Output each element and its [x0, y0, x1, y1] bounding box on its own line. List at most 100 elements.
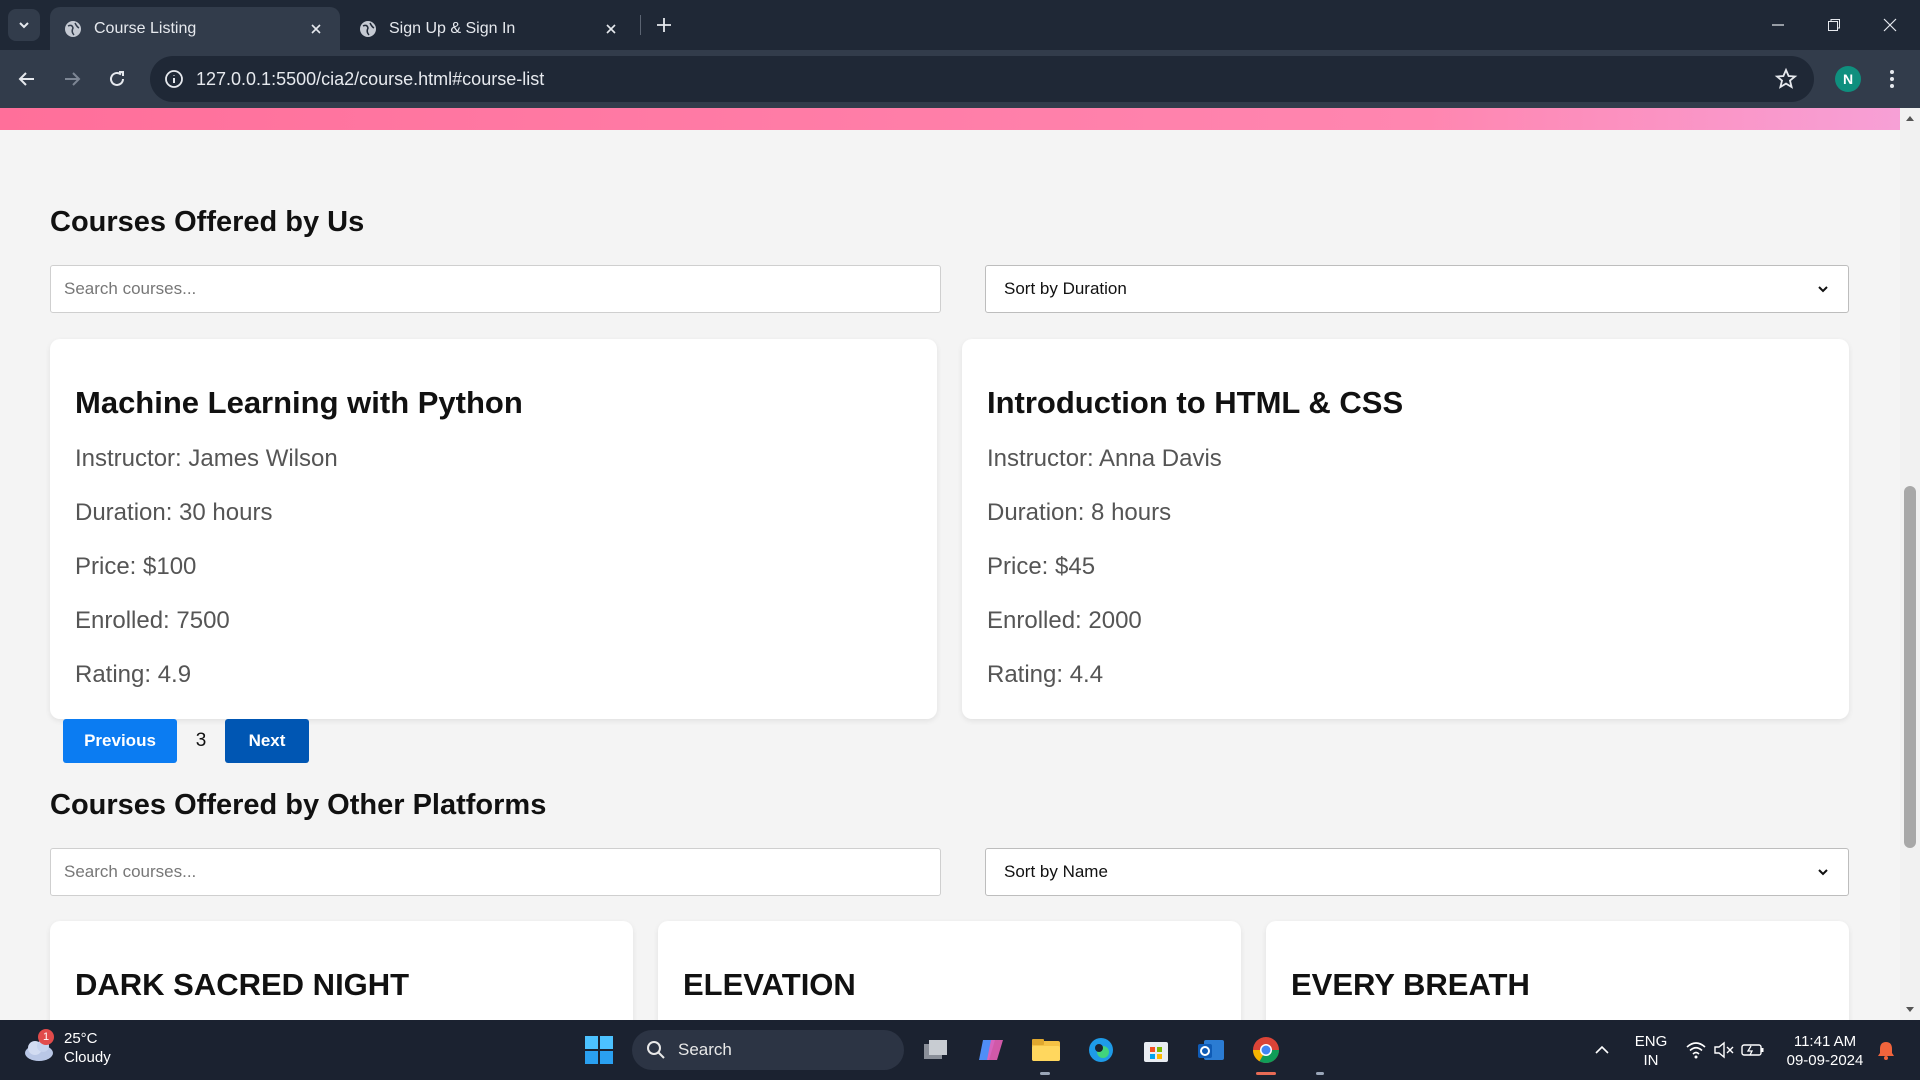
- browser-tab-bar: Course Listing Sign Up & Sign In: [0, 0, 1920, 50]
- tab-search-button[interactable]: [8, 9, 40, 41]
- arrow-right-icon: [65, 72, 81, 86]
- windows-taskbar: 1 25°C Cloudy Search ENG IN 11:41 AM 09-…: [0, 1020, 1920, 1080]
- app-running-indicator: [1316, 1072, 1324, 1075]
- weather-description: Cloudy: [64, 1049, 111, 1066]
- task-view-icon[interactable]: [918, 1032, 954, 1068]
- clock-date: 09-09-2024: [1786, 1052, 1864, 1069]
- copilot-icon[interactable]: [973, 1032, 1009, 1068]
- forward-button[interactable]: [55, 62, 89, 96]
- weather-temperature: 25°C: [64, 1030, 98, 1047]
- microsoft-store-icon[interactable]: [1138, 1032, 1174, 1068]
- sort-selected-value: Sort by Name: [1004, 862, 1108, 881]
- language-indicator[interactable]: ENG IN: [1630, 1032, 1672, 1070]
- scroll-down-arrow-icon[interactable]: [1900, 1002, 1920, 1018]
- search-input-other-courses[interactable]: [50, 848, 941, 896]
- current-page-number: 3: [195, 730, 207, 751]
- reload-button[interactable]: [100, 62, 134, 96]
- outlook-icon[interactable]: [1193, 1032, 1229, 1068]
- globe-icon: [65, 20, 81, 37]
- scrollbar-thumb[interactable]: [1904, 486, 1916, 848]
- system-tray-quick-settings[interactable]: [1680, 1032, 1770, 1068]
- section-title-other-platforms: Courses Offered by Other Platforms: [50, 789, 547, 821]
- tab-title: Sign Up & Sign In: [389, 19, 516, 37]
- search-label: Search: [678, 1040, 732, 1059]
- course-title: Machine Learning with Python: [75, 385, 523, 420]
- menu-button[interactable]: [1880, 64, 1904, 94]
- course-title: ELEVATION: [683, 967, 856, 1002]
- start-button[interactable]: [581, 1032, 617, 1068]
- course-title: DARK SACRED NIGHT: [75, 967, 410, 1002]
- sort-select-other-courses[interactable]: Sort by Name: [985, 848, 1849, 896]
- profile-avatar[interactable]: N: [1835, 66, 1861, 92]
- back-button[interactable]: [10, 62, 44, 96]
- tab-sign-up[interactable]: Sign Up & Sign In: [345, 7, 635, 50]
- wifi-icon: [1686, 1042, 1706, 1059]
- search-icon: [647, 1041, 665, 1059]
- edge-browser-icon[interactable]: [1083, 1032, 1119, 1068]
- course-card: EVERY BREATH: [1266, 921, 1849, 1020]
- clock[interactable]: 11:41 AM 09-09-2024: [1780, 1032, 1870, 1070]
- windows-logo-icon: [585, 1036, 613, 1064]
- page-scrollbar[interactable]: [1900, 108, 1920, 1020]
- arrow-left-icon: [18, 72, 34, 86]
- browser-toolbar: 127.0.0.1:5500/cia2/course.html#course-l…: [0, 50, 1920, 108]
- course-card: Introduction to HTML & CSS Instructor: A…: [962, 339, 1849, 719]
- site-info-icon[interactable]: [162, 67, 186, 91]
- pagination: Previous 3 Next: [63, 719, 309, 763]
- chevron-down-icon: [1818, 869, 1828, 876]
- notification-badge: 1: [38, 1029, 54, 1045]
- region-code: IN: [1643, 1052, 1659, 1069]
- course-card: DARK SACRED NIGHT: [50, 921, 633, 1020]
- next-page-button[interactable]: Next: [225, 719, 309, 763]
- show-hidden-icons-chevron-icon[interactable]: [1584, 1032, 1620, 1068]
- clock-time: 11:41 AM: [1793, 1033, 1857, 1050]
- taskbar-search[interactable]: Search: [632, 1030, 904, 1070]
- course-card: ELEVATION: [658, 921, 1241, 1020]
- file-explorer-icon[interactable]: [1028, 1032, 1064, 1068]
- close-icon[interactable]: [306, 19, 326, 39]
- weather-widget[interactable]: 1 25°C Cloudy: [22, 1029, 111, 1067]
- cloud-icon: 1: [22, 1029, 56, 1065]
- globe-icon: [360, 20, 376, 37]
- course-title: Introduction to HTML & CSS: [987, 385, 1404, 420]
- app-active-indicator: [1256, 1072, 1276, 1075]
- course-price: Price: $100: [75, 553, 197, 580]
- course-title: EVERY BREATH: [1291, 967, 1530, 1002]
- reload-icon: [110, 71, 124, 86]
- tab-divider: [640, 15, 641, 35]
- address-bar[interactable]: 127.0.0.1:5500/cia2/course.html#course-l…: [150, 56, 1814, 102]
- scroll-up-arrow-icon[interactable]: [1900, 110, 1920, 126]
- header-gradient-band: [0, 108, 1900, 130]
- course-rating: Rating: 4.9: [75, 661, 192, 688]
- close-icon[interactable]: [601, 19, 621, 39]
- course-rating: Rating: 4.4: [987, 661, 1104, 688]
- previous-page-button[interactable]: Previous: [63, 719, 177, 763]
- speaker-muted-icon: [1714, 1041, 1734, 1059]
- close-window-button[interactable]: [1862, 0, 1918, 50]
- course-instructor: Instructor: Anna Davis: [987, 445, 1222, 472]
- close-icon: [1883, 18, 1897, 32]
- course-enrolled: Enrolled: 2000: [987, 607, 1142, 634]
- course-card: Machine Learning with Python Instructor:…: [50, 339, 937, 719]
- section-title-our-courses: Courses Offered by Us: [50, 206, 365, 238]
- course-duration: Duration: 8 hours: [987, 499, 1172, 526]
- search-input-our-courses[interactable]: [50, 265, 941, 313]
- tab-title: Course Listing: [94, 19, 197, 37]
- sort-select-our-courses[interactable]: Sort by Duration: [985, 265, 1849, 313]
- minimize-button[interactable]: [1750, 0, 1806, 50]
- minimize-icon: [1772, 24, 1784, 26]
- plus-icon: [657, 18, 671, 32]
- new-tab-button[interactable]: [652, 13, 676, 37]
- url-text[interactable]: 127.0.0.1:5500/cia2/course.html#course-l…: [196, 69, 544, 90]
- chrome-icon[interactable]: [1248, 1032, 1284, 1068]
- tab-course-listing[interactable]: Course Listing: [50, 7, 340, 50]
- more-vertical-icon: [1890, 70, 1894, 88]
- star-icon[interactable]: [1774, 67, 1798, 91]
- language-code: ENG: [1634, 1033, 1668, 1050]
- chevron-down-icon: [1818, 286, 1828, 293]
- restore-icon: [1828, 19, 1840, 31]
- notification-bell-icon[interactable]: [1868, 1032, 1904, 1068]
- course-duration: Duration: 30 hours: [75, 499, 273, 526]
- restore-button[interactable]: [1806, 0, 1862, 50]
- page-viewport: Courses Offered by Us Sort by Duration M…: [0, 108, 1900, 1020]
